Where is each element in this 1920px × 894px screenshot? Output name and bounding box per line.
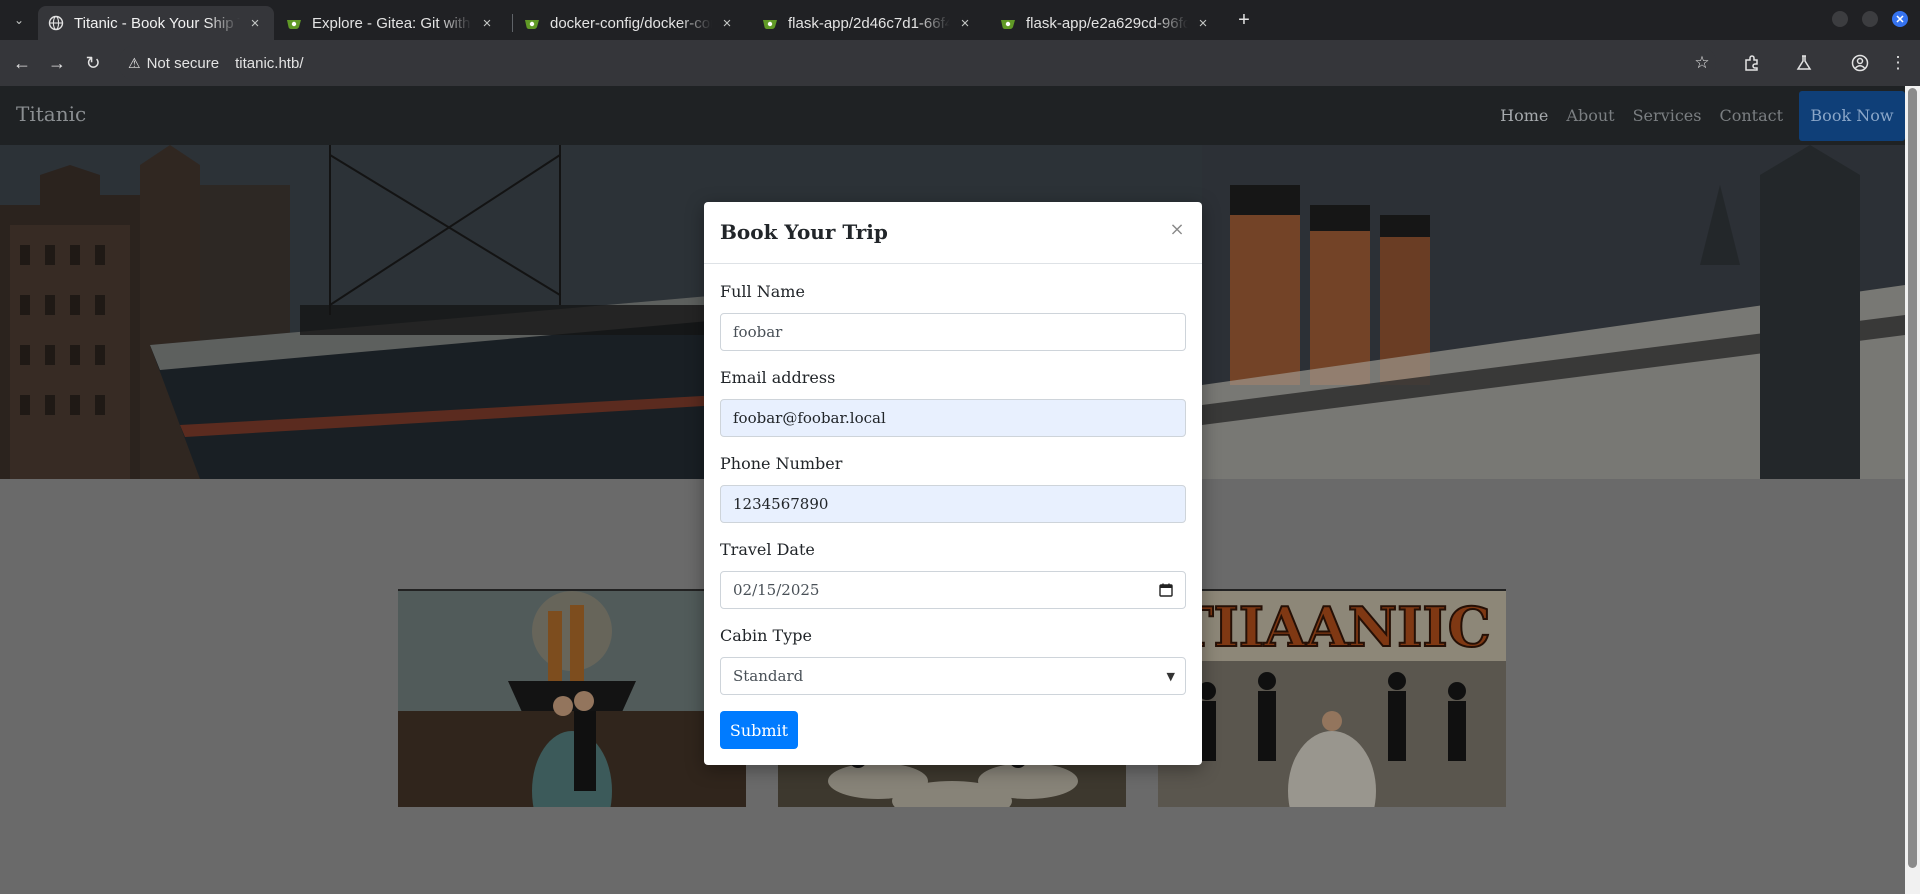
tab-titanic[interactable]: Titanic - Book Your Ship Trip × [38,6,274,40]
gitea-icon [762,15,778,31]
url-text[interactable]: titanic.htb/ [235,55,303,72]
cabin-type-label: Cabin Type [720,626,812,645]
full-name-group: Full Name foobar [720,282,1186,351]
modal-header: Book Your Trip × [704,202,1202,264]
profile-avatar-icon[interactable] [1848,51,1872,75]
scrollbar-thumb[interactable] [1908,88,1917,868]
tab-title: flask-app/e2a629cd-96fc [1026,14,1188,32]
new-tab-plus-icon[interactable]: + [1233,9,1255,31]
full-name-label: Full Name [720,282,805,301]
tab-search-chevron-icon[interactable]: ⌄ [8,9,30,31]
phone-input[interactable]: 1234567890 [720,485,1186,523]
bookmark-star-icon[interactable]: ☆ [1690,51,1714,75]
tab-close-icon[interactable]: × [1194,14,1212,32]
tab-docker-config[interactable]: docker-config/docker-compose.yml × [514,6,746,40]
warning-triangle-icon: ⚠ [128,54,141,71]
email-group: Email address foobar@foobar.local [720,368,1186,437]
maximize-button[interactable] [1862,11,1878,27]
gitea-icon [286,15,302,31]
tab-strip: ⌄ Titanic - Book Your Ship Trip × Explor… [0,0,1920,40]
booking-modal: Book Your Trip × Full Name foobar Email … [704,202,1202,765]
full-name-input[interactable]: foobar [720,313,1186,351]
phone-group: Phone Number 1234567890 [720,454,1186,523]
page-scrollbar[interactable] [1905,86,1920,894]
security-indicator[interactable]: ⚠ Not secure [128,55,219,72]
gitea-icon [1000,15,1016,31]
travel-date-group: Travel Date 02/15/2025 [720,540,1186,609]
tab-separator [512,14,513,32]
site-menu: Home About Services Contact Book Now [1482,86,1905,145]
nav-about[interactable]: About [1566,106,1614,125]
tab-close-icon[interactable]: × [246,14,264,32]
tab-close-icon[interactable]: × [718,14,736,32]
kebab-menu-icon[interactable]: ⋮ [1886,51,1910,75]
gallery-image-dance [398,589,746,807]
nav-contact[interactable]: Contact [1719,106,1783,125]
address-bar[interactable]: ⚠ Not secure titanic.htb/ [118,45,1716,81]
phone-label: Phone Number [720,454,843,473]
security-label: Not secure [146,54,220,72]
nav-services[interactable]: Services [1633,106,1702,125]
submit-button[interactable]: Submit [720,711,798,749]
site-navbar: Titanic Home About Services Contact Book… [0,86,1905,145]
close-icon[interactable]: × [1168,218,1186,240]
email-input[interactable]: foobar@foobar.local [720,399,1186,437]
phone-value: 1234567890 [733,495,829,513]
tab-flask-app-1[interactable]: flask-app/2d46c7d1-66f4 × [752,6,984,40]
modal-title: Book Your Trip [720,220,888,244]
forward-arrow-icon[interactable]: → [45,51,69,75]
gitea-icon [524,15,540,31]
tab-title: Titanic - Book Your Ship Trip [74,14,240,32]
tab-title: flask-app/2d46c7d1-66f4 [788,14,950,32]
browser-toolbar: ← → ↻ ⚠ Not secure titanic.htb/ ☆ ⋮ [0,40,1920,86]
globe-icon [48,15,64,31]
tab-close-icon[interactable]: × [478,14,496,32]
extensions-puzzle-icon[interactable] [1740,51,1764,75]
reload-icon[interactable]: ↻ [81,51,105,75]
cabin-type-value: Standard [733,667,804,685]
site-brand[interactable]: Titanic [16,102,86,126]
tab-flask-app-2[interactable]: flask-app/e2a629cd-96fc × [990,6,1222,40]
travel-date-label: Travel Date [720,540,815,559]
chevron-down-icon: ▼ [1166,670,1175,683]
tab-close-icon[interactable]: × [956,14,974,32]
gallery-image-poster: TIIAANIIC [1158,589,1506,807]
tab-title: Explore - Gitea: Git with a cup of tea [312,14,472,32]
back-arrow-icon[interactable]: ← [10,51,34,75]
email-label: Email address [720,368,836,387]
tab-title: docker-config/docker-compose.yml [550,14,712,32]
travel-date-value: 02/15/2025 [733,581,820,599]
full-name-value: foobar [733,323,783,341]
cabin-type-select[interactable]: Standard ▼ [720,657,1186,695]
tab-gitea-explore[interactable]: Explore - Gitea: Git with a cup of tea × [276,6,506,40]
travel-date-input[interactable]: 02/15/2025 [720,571,1186,609]
page-viewport: Titanic Home About Services Contact Book… [0,86,1920,894]
labs-flask-icon[interactable] [1792,51,1816,75]
window-close-button[interactable]: ✕ [1892,11,1908,27]
nav-home[interactable]: Home [1500,106,1548,125]
book-now-button[interactable]: Book Now [1799,90,1905,141]
cabin-type-group: Cabin Type Standard ▼ [720,626,1186,695]
minimize-button[interactable] [1832,11,1848,27]
email-value: foobar@foobar.local [733,409,886,427]
calendar-icon[interactable] [1159,583,1173,597]
